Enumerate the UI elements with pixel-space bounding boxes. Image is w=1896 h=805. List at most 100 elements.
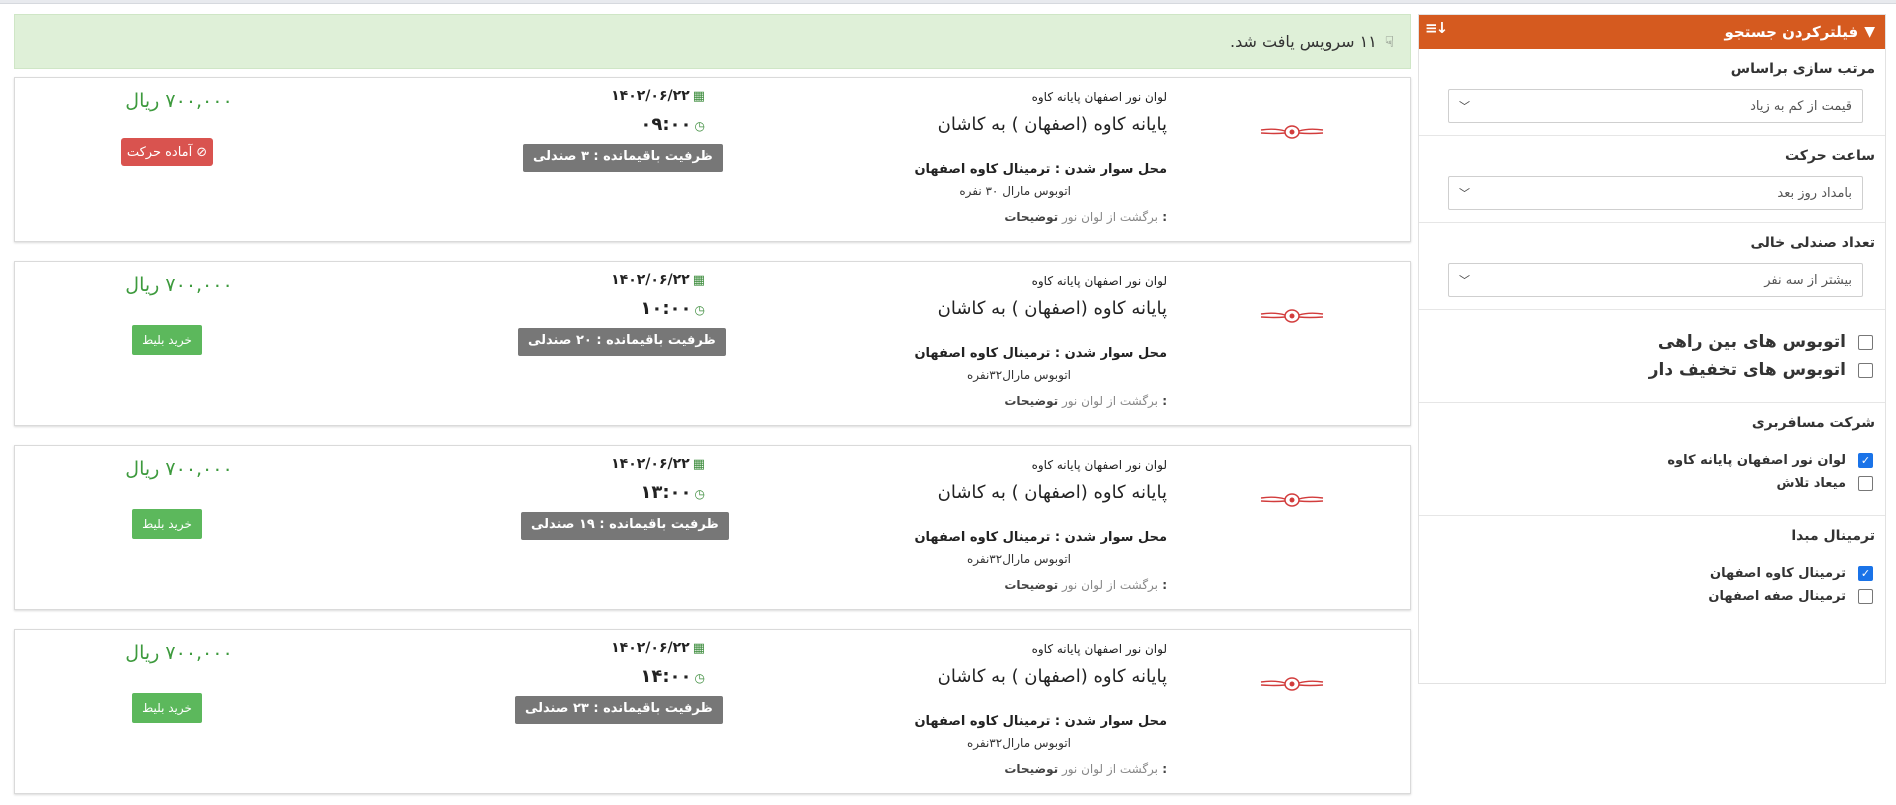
- origin-terminal-label: ترمینال مبدا: [1791, 528, 1875, 544]
- company-name: لوان نور اصفهان پایانه کاوه: [1031, 642, 1167, 656]
- company-logo: [1260, 493, 1324, 507]
- filter-header[interactable]: ▼ فیلترکردن جستجو ↓≡: [1419, 15, 1885, 49]
- boarding-location: محل سوار شدن : ترمینال کاوه اصفهان: [914, 162, 1167, 177]
- boarding-location: محل سوار شدن : ترمینال کاوه اصفهان: [914, 714, 1167, 729]
- price: ۷۰۰,۰۰۰ ریال: [125, 642, 233, 664]
- departure-date: ۱۴۰۲/۰۶/۲۲ ▦: [611, 456, 705, 472]
- buy-ticket-button[interactable]: خرید بلیط: [132, 509, 202, 539]
- company-checkbox[interactable]: [1858, 476, 1873, 491]
- bus-options-section: اتوبوس های بین راهی اتوبوس های تخفیف دار: [1419, 310, 1885, 403]
- service-card: لوان نور اصفهان پایانه کاوه پایانه کاوه …: [14, 77, 1411, 242]
- empty-seats-value: بیشتر از سه نفر: [1764, 272, 1852, 288]
- departure-time-value: بامداد روز بعد: [1777, 185, 1852, 201]
- buy-ticket-button[interactable]: خرید بلیط: [132, 693, 202, 723]
- route-title: پایانه کاوه (اصفهان ) به کاشان: [937, 666, 1167, 687]
- departure-time: ۱۰:۰۰ ◷: [640, 298, 705, 319]
- departure-time: ۱۳:۰۰ ◷: [640, 482, 705, 503]
- route-title: پایانه کاوه (اصفهان ) به کاشان: [937, 298, 1167, 319]
- service-card: لوان نور اصفهان پایانه کاوه پایانه کاوه …: [14, 445, 1411, 610]
- clock-icon: ◷: [694, 487, 705, 501]
- results-count-text: ۱۱ سرویس یافت شد.: [1230, 32, 1377, 51]
- capacity-badge: ظرفیت باقیمانده : ۳ صندلی: [523, 144, 723, 172]
- notes: برگشت از لوان نور توضیحات :: [1004, 210, 1167, 224]
- sort-label: مرتب سازی براساس: [1730, 61, 1875, 77]
- capacity-badge: ظرفیت باقیمانده : ۱۹ صندلی: [521, 512, 729, 540]
- calendar-icon: ▦: [692, 457, 705, 472]
- departure-time: ۱۴:۰۰ ◷: [640, 666, 705, 687]
- departure-time-select[interactable]: بامداد روز بعد ﹀: [1448, 176, 1863, 210]
- thumbs-down-icon: ☟: [1384, 32, 1394, 51]
- terminal-checkbox[interactable]: ✓: [1858, 566, 1873, 581]
- empty-seats-section: تعداد صندلی خالی بیشتر از سه نفر ﹀: [1419, 223, 1885, 310]
- service-card: لوان نور اصفهان پایانه کاوه پایانه کاوه …: [14, 261, 1411, 426]
- sort-select[interactable]: قیمت از کم به زیاد ﹀: [1448, 89, 1863, 123]
- company-name: لوان نور اصفهان پایانه کاوه: [1031, 90, 1167, 104]
- bus-type: اتوبوس مارال۳۲نفره: [966, 552, 1071, 566]
- company-checkbox[interactable]: ✓: [1858, 453, 1873, 468]
- calendar-icon: ▦: [692, 89, 705, 104]
- company-logo: [1260, 677, 1324, 691]
- empty-seats-select[interactable]: بیشتر از سه نفر ﹀: [1448, 263, 1863, 297]
- company-logo: [1260, 309, 1324, 323]
- notes: برگشت از لوان نور توضیحات :: [1004, 578, 1167, 592]
- terminal-checkbox[interactable]: [1858, 589, 1873, 604]
- bus-type: اتوبوس مارال۳۲نفره: [966, 368, 1071, 382]
- results-banner: ☟ ۱۱ سرویس یافت شد.: [14, 14, 1411, 69]
- company-option[interactable]: میعاد تلاش: [1431, 476, 1873, 491]
- route-title: پایانه کاوه (اصفهان ) به کاشان: [937, 114, 1167, 135]
- ban-icon: ⊘: [196, 144, 208, 160]
- clock-icon: ◷: [694, 119, 705, 133]
- price: ۷۰۰,۰۰۰ ریال: [125, 90, 233, 112]
- terminal-option[interactable]: ترمینال صفه اصفهان: [1431, 589, 1873, 604]
- chevron-down-icon: ﹀: [1459, 274, 1470, 287]
- empty-seats-label: تعداد صندلی خالی: [1750, 235, 1876, 251]
- company-option-label: میعاد تلاش: [1776, 476, 1846, 491]
- filter-panel: ▼ فیلترکردن جستجو ↓≡ مرتب سازی براساس قی…: [1418, 14, 1886, 684]
- price: ۷۰۰,۰۰۰ ریال: [125, 458, 233, 480]
- departure-date: ۱۴۰۲/۰۶/۲۲ ▦: [611, 640, 705, 656]
- route-title: پایانه کاوه (اصفهان ) به کاشان: [937, 482, 1167, 503]
- company-option[interactable]: ✓ لوان نور اصفهان پایانه کاوه: [1431, 453, 1873, 468]
- service-card: لوان نور اصفهان پایانه کاوه پایانه کاوه …: [14, 629, 1411, 794]
- departure-time: ۰۹:۰۰ ◷: [640, 114, 705, 135]
- intercity-bus-label: اتوبوس های بین راهی: [1657, 332, 1846, 352]
- notes: برگشت از لوان نور توضیحات :: [1004, 394, 1167, 408]
- departure-date: ۱۴۰۲/۰۶/۲۲ ▦: [611, 272, 705, 288]
- company-logo: [1260, 125, 1324, 139]
- intercity-bus-option[interactable]: اتوبوس های بین راهی: [1431, 332, 1873, 352]
- clock-icon: ◷: [694, 671, 705, 685]
- company-section: شرکت مسافربری ✓ لوان نور اصفهان پایانه ک…: [1419, 403, 1885, 516]
- filter-icon: ▼: [1864, 24, 1875, 40]
- terminal-option[interactable]: ✓ ترمینال کاوه اصفهان: [1431, 566, 1873, 581]
- price: ۷۰۰,۰۰۰ ریال: [125, 274, 233, 296]
- top-bar: [0, 0, 1896, 4]
- terminal-option-label: ترمینال کاوه اصفهان: [1710, 566, 1846, 581]
- clock-icon: ◷: [694, 303, 705, 317]
- company-name: لوان نور اصفهان پایانه کاوه: [1031, 274, 1167, 288]
- buy-ticket-button[interactable]: خرید بلیط: [132, 325, 202, 355]
- notes: برگشت از لوان نور توضیحات :: [1004, 762, 1167, 776]
- company-name: لوان نور اصفهان پایانه کاوه: [1031, 458, 1167, 472]
- departure-time-section: ساعت حرکت بامداد روز بعد ﹀: [1419, 136, 1885, 223]
- ready-status-button[interactable]: ⊘ آماده حرکت: [121, 138, 213, 166]
- sort-select-value: قیمت از کم به زیاد: [1750, 98, 1852, 114]
- intercity-bus-checkbox[interactable]: [1858, 334, 1873, 350]
- filter-title: فیلترکردن جستجو: [1724, 23, 1859, 41]
- origin-terminal-section: ترمینال مبدا ✓ ترمینال کاوه اصفهان ترمین…: [1419, 516, 1885, 624]
- company-label: شرکت مسافربری: [1751, 415, 1875, 431]
- discount-bus-option[interactable]: اتوبوس های تخفیف دار: [1431, 360, 1873, 380]
- chevron-down-icon: ﹀: [1459, 187, 1470, 200]
- sort-section: مرتب سازی براساس قیمت از کم به زیاد ﹀: [1419, 49, 1885, 136]
- terminal-option-label: ترمینال صفه اصفهان: [1708, 589, 1846, 604]
- discount-bus-checkbox[interactable]: [1858, 362, 1873, 378]
- boarding-location: محل سوار شدن : ترمینال کاوه اصفهان: [914, 530, 1167, 545]
- chevron-down-icon: ﹀: [1459, 100, 1470, 113]
- departure-time-label: ساعت حرکت: [1784, 148, 1875, 164]
- boarding-location: محل سوار شدن : ترمینال کاوه اصفهان: [914, 346, 1167, 361]
- departure-date: ۱۴۰۲/۰۶/۲۲ ▦: [611, 88, 705, 104]
- company-option-label: لوان نور اصفهان پایانه کاوه: [1667, 453, 1846, 468]
- capacity-badge: ظرفیت باقیمانده : ۲۰ صندلی: [518, 328, 726, 356]
- capacity-badge: ظرفیت باقیمانده : ۲۳ صندلی: [515, 696, 723, 724]
- discount-bus-label: اتوبوس های تخفیف دار: [1648, 360, 1846, 380]
- sort-icon[interactable]: ↓≡: [1425, 19, 1448, 37]
